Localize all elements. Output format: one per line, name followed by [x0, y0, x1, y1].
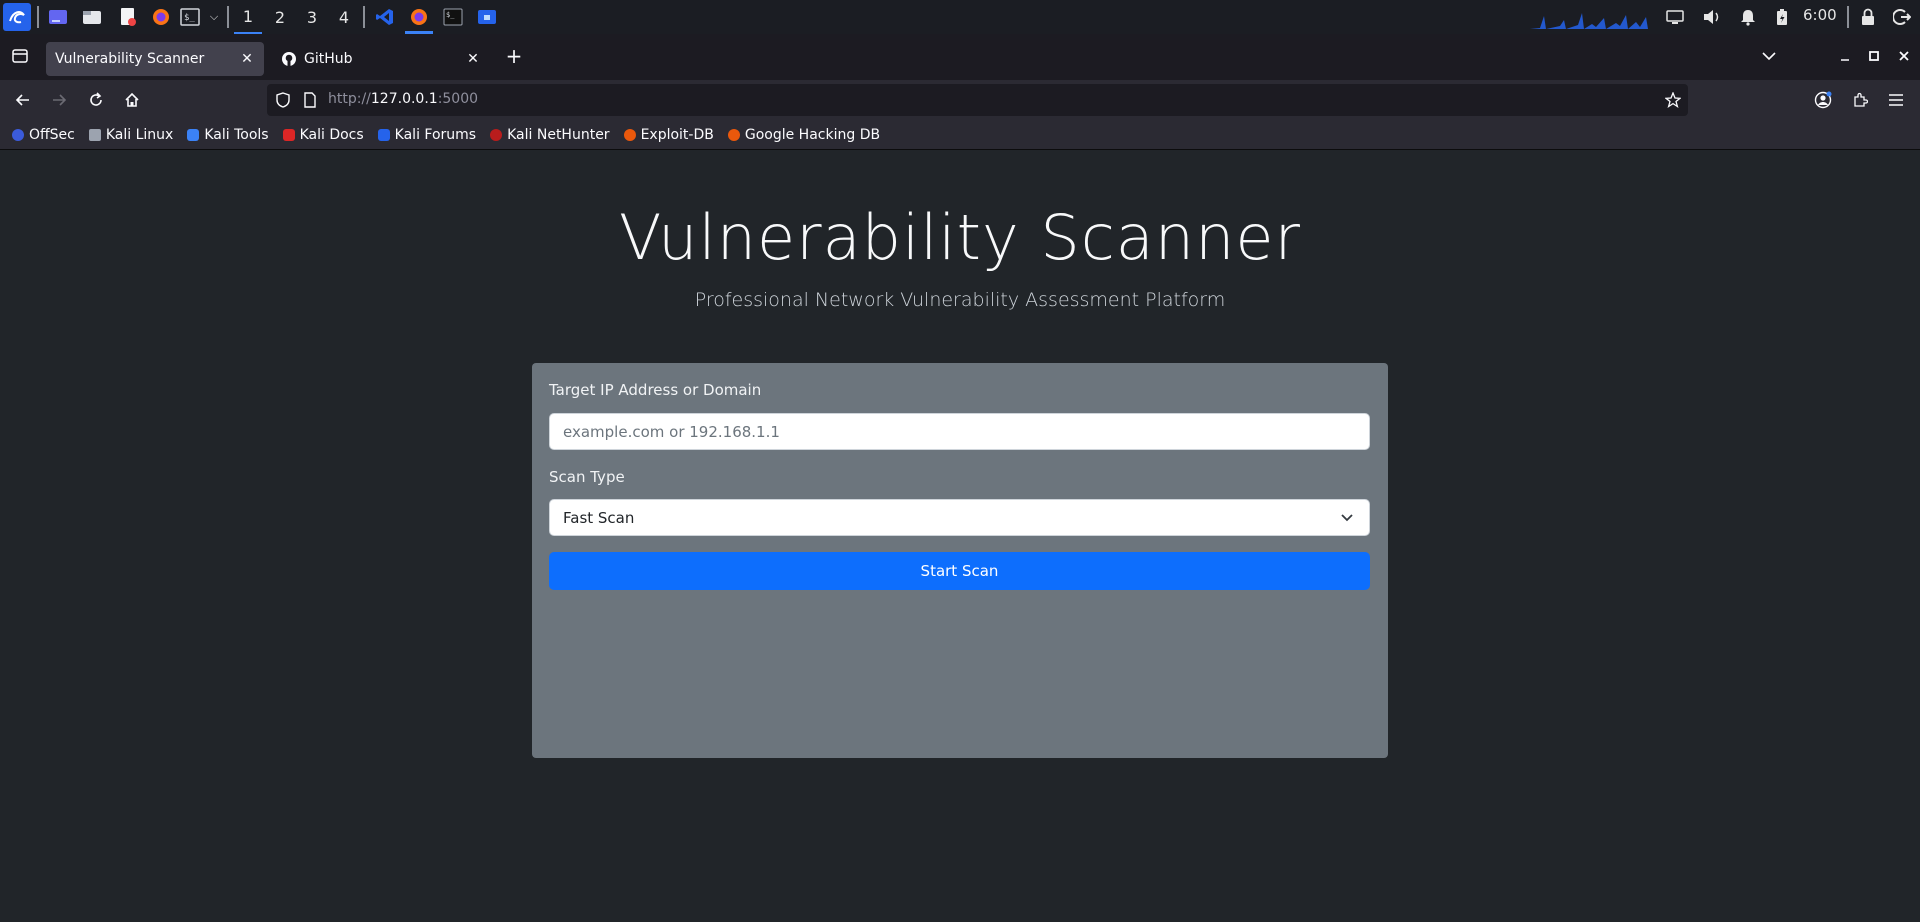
text-editor-icon[interactable] [115, 3, 141, 31]
app-window-icon[interactable] [473, 3, 501, 31]
workspace-4[interactable]: 4 [330, 0, 358, 34]
extensions-icon[interactable] [1850, 90, 1870, 110]
forward-icon[interactable] [49, 90, 69, 110]
firefox-launcher-icon[interactable] [148, 3, 174, 31]
bookmark-label: OffSec [29, 126, 75, 143]
taskbar-separator [37, 6, 39, 28]
bookmark-kali-nethunter[interactable]: Kali NetHunter [490, 126, 610, 143]
bookmark-kali-forums[interactable]: Kali Forums [377, 126, 477, 143]
tracking-protection-icon[interactable] [273, 90, 293, 110]
start-scan-button[interactable]: Start Scan [549, 552, 1370, 590]
tab-github[interactable]: GitHub ✕ [272, 42, 490, 76]
lock-icon[interactable] [1857, 3, 1879, 31]
url-bar[interactable] [267, 84, 1688, 116]
logout-icon[interactable] [1891, 3, 1913, 31]
taskbar-clock[interactable]: 6:00 [1803, 6, 1837, 24]
close-tab-icon[interactable]: ✕ [464, 50, 482, 68]
bookmark-google-hacking-db[interactable]: Google Hacking DB [727, 126, 881, 143]
page-subtitle: Professional Network Vulnerability Asses… [694, 289, 1226, 311]
target-label: Target IP Address or Domain [549, 381, 762, 399]
home-icon[interactable] [122, 90, 142, 110]
workspace-1[interactable]: 1 [234, 0, 262, 34]
account-icon[interactable] [1813, 90, 1833, 110]
taskbar-separator [1847, 6, 1849, 28]
bookmark-label: Kali Docs [299, 126, 364, 143]
tab-label: GitHub [304, 51, 353, 67]
kali-tools-icon [187, 128, 200, 141]
new-tab-icon[interactable]: + [504, 44, 524, 68]
bookmark-label: Kali Tools [204, 126, 269, 143]
back-icon[interactable] [13, 90, 33, 110]
browser-tab-bar: Vulnerability Scanner ✕ GitHub ✕ + [0, 34, 1920, 80]
exploit-db-icon [623, 128, 636, 141]
bookmark-label: Exploit-DB [640, 126, 714, 143]
bookmarks-toolbar: OffSec Kali Linux Kali Tools Kali Docs K… [0, 120, 1920, 150]
bookmark-offsec[interactable]: OffSec [12, 127, 75, 143]
offsec-icon [12, 128, 24, 141]
page-info-icon[interactable] [300, 90, 320, 110]
tab-label: Vulnerability Scanner [55, 51, 205, 67]
bookmark-label: Kali Forums [394, 126, 477, 143]
bookmark-kali-linux[interactable]: Kali Linux [88, 126, 174, 143]
volume-icon[interactable] [1700, 3, 1724, 31]
bookmark-label: Kali Linux [105, 126, 174, 143]
taskbar-separator [227, 6, 229, 28]
bookmark-star-icon[interactable] [1663, 90, 1683, 110]
bookmark-label: Google Hacking DB [744, 126, 881, 143]
bookmark-kali-docs[interactable]: Kali Docs [282, 126, 364, 143]
close-window-icon[interactable] [1894, 46, 1914, 66]
tab-vulnerability-scanner[interactable]: Vulnerability Scanner ✕ [46, 42, 264, 76]
reload-icon[interactable] [86, 90, 106, 110]
notifications-icon[interactable] [1737, 3, 1759, 31]
page-title: Vulnerability Scanner [618, 201, 1302, 274]
firefox-window-icon[interactable] [405, 3, 433, 31]
taskbar-separator [363, 6, 365, 28]
bookmark-kali-tools[interactable]: Kali Tools [187, 126, 269, 143]
kali-docs-icon [282, 128, 295, 141]
vscode-window-icon[interactable] [371, 3, 399, 31]
close-tab-icon[interactable]: ✕ [238, 50, 256, 68]
github-icon [282, 52, 296, 66]
workspace-2[interactable]: 2 [266, 0, 294, 34]
workspace-3[interactable]: 3 [298, 0, 326, 34]
list-all-tabs-icon[interactable] [1759, 46, 1779, 66]
kali-menu-icon[interactable] [3, 3, 31, 31]
bookmark-exploit-db[interactable]: Exploit-DB [623, 126, 714, 143]
url-host: 127.0.0.1 [370, 91, 438, 107]
show-desktop-icon[interactable] [45, 3, 71, 31]
file-manager-icon[interactable] [79, 3, 105, 31]
firefox-view-icon[interactable] [10, 46, 30, 66]
scan-type-value: Fast Scan [563, 508, 635, 527]
launcher-dropdown-icon[interactable]: ⌵ [206, 3, 222, 31]
svg-text:$_: $_ [184, 13, 195, 23]
url-port: :5000 [437, 91, 479, 107]
nethunter-icon [490, 128, 503, 141]
battery-icon[interactable] [1772, 3, 1792, 31]
chevron-down-icon [1341, 514, 1353, 522]
scan-form-card: Target IP Address or Domain Scan Type Fa… [532, 363, 1388, 758]
svg-text:$_: $_ [446, 11, 455, 19]
bookmark-label: Kali NetHunter [507, 126, 610, 143]
maximize-window-icon[interactable] [1864, 46, 1884, 66]
page-content: Vulnerability Scanner Professional Netwo… [0, 151, 1920, 922]
scan-type-select[interactable]: Fast Scan [549, 499, 1370, 536]
cpu-graph-icon [1530, 3, 1658, 31]
display-icon[interactable] [1664, 3, 1686, 31]
system-taskbar: $_ ⌵ 1 2 3 4 $_ 6:00 [0, 0, 1920, 34]
app-menu-icon[interactable] [1886, 90, 1906, 110]
kali-forums-icon [377, 128, 390, 141]
ghdb-icon [727, 128, 740, 141]
terminal-window-icon[interactable]: $_ [439, 3, 467, 31]
terminal-launcher-icon[interactable]: $_ [178, 3, 202, 31]
target-input[interactable] [549, 413, 1370, 450]
kali-dragon-icon [88, 128, 101, 141]
minimize-window-icon[interactable] [1835, 46, 1855, 66]
url-scheme: http:// [328, 91, 371, 107]
url-text[interactable]: http://127.0.0.1:5000 [328, 91, 478, 107]
scan-type-label: Scan Type [549, 468, 625, 486]
